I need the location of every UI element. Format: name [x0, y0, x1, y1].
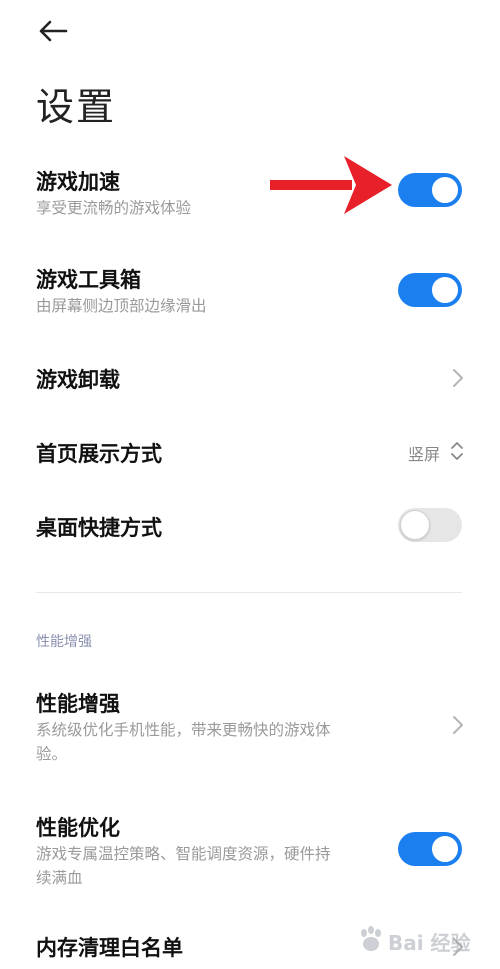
setting-title: 内存清理白名单 — [36, 936, 183, 960]
setting-subtitle-line1: 系统级优化手机性能，带来更畅快的游戏体 — [36, 721, 331, 739]
setting-title: 首页展示方式 — [36, 442, 162, 466]
game-toolbox-toggle[interactable] — [398, 273, 462, 307]
setting-title: 游戏卸载 — [36, 368, 120, 392]
setting-item-performance-boost[interactable]: 性能增强 系统级优化手机性能，带来更畅快的游戏体 验。 — [0, 682, 500, 772]
setting-subtitle-line2: 续满血 — [36, 869, 83, 887]
setting-subtitle-line2: 验。 — [36, 745, 68, 763]
setting-subtitle: 由屏幕侧边顶部边缘滑出 — [36, 297, 207, 315]
section-divider — [36, 592, 462, 593]
arrow-left-icon[interactable] — [36, 16, 70, 46]
setting-title: 桌面快捷方式 — [36, 516, 162, 540]
page-title: 设置 — [36, 85, 117, 129]
section-header: 性能增强 — [36, 634, 92, 650]
red-arrow-annotation — [270, 156, 392, 214]
baidu-paw-icon — [361, 926, 381, 951]
desktop-shortcut-toggle[interactable] — [398, 508, 462, 542]
chevron-right-icon — [453, 369, 463, 387]
performance-optimization-toggle[interactable] — [398, 832, 462, 866]
setting-title: 性能优化 — [36, 816, 120, 840]
chevron-up-down-icon — [451, 442, 463, 460]
setting-title: 性能增强 — [36, 692, 120, 716]
toggle-knob — [430, 834, 460, 864]
display-mode-value: 竖屏 — [408, 445, 441, 464]
setting-title: 游戏加速 — [36, 170, 120, 194]
toggle-knob — [430, 275, 460, 305]
toggle-knob — [400, 510, 430, 540]
setting-title: 游戏工具箱 — [36, 268, 141, 292]
setting-item-home-display-mode[interactable]: 首页展示方式 竖屏 — [0, 426, 500, 476]
setting-item-game-uninstall[interactable]: 游戏卸载 — [0, 352, 500, 402]
chevron-right-icon — [453, 716, 463, 734]
baidu-jingyan-watermark: Bai 经验 — [356, 915, 496, 965]
toggle-knob — [430, 175, 460, 205]
setting-subtitle-line1: 游戏专属温控策略、智能调度资源，硬件持 — [36, 845, 331, 863]
watermark-text: Bai 经验 — [388, 931, 471, 955]
setting-subtitle: 享受更流畅的游戏体验 — [36, 199, 192, 217]
game-acceleration-toggle[interactable] — [398, 173, 462, 207]
